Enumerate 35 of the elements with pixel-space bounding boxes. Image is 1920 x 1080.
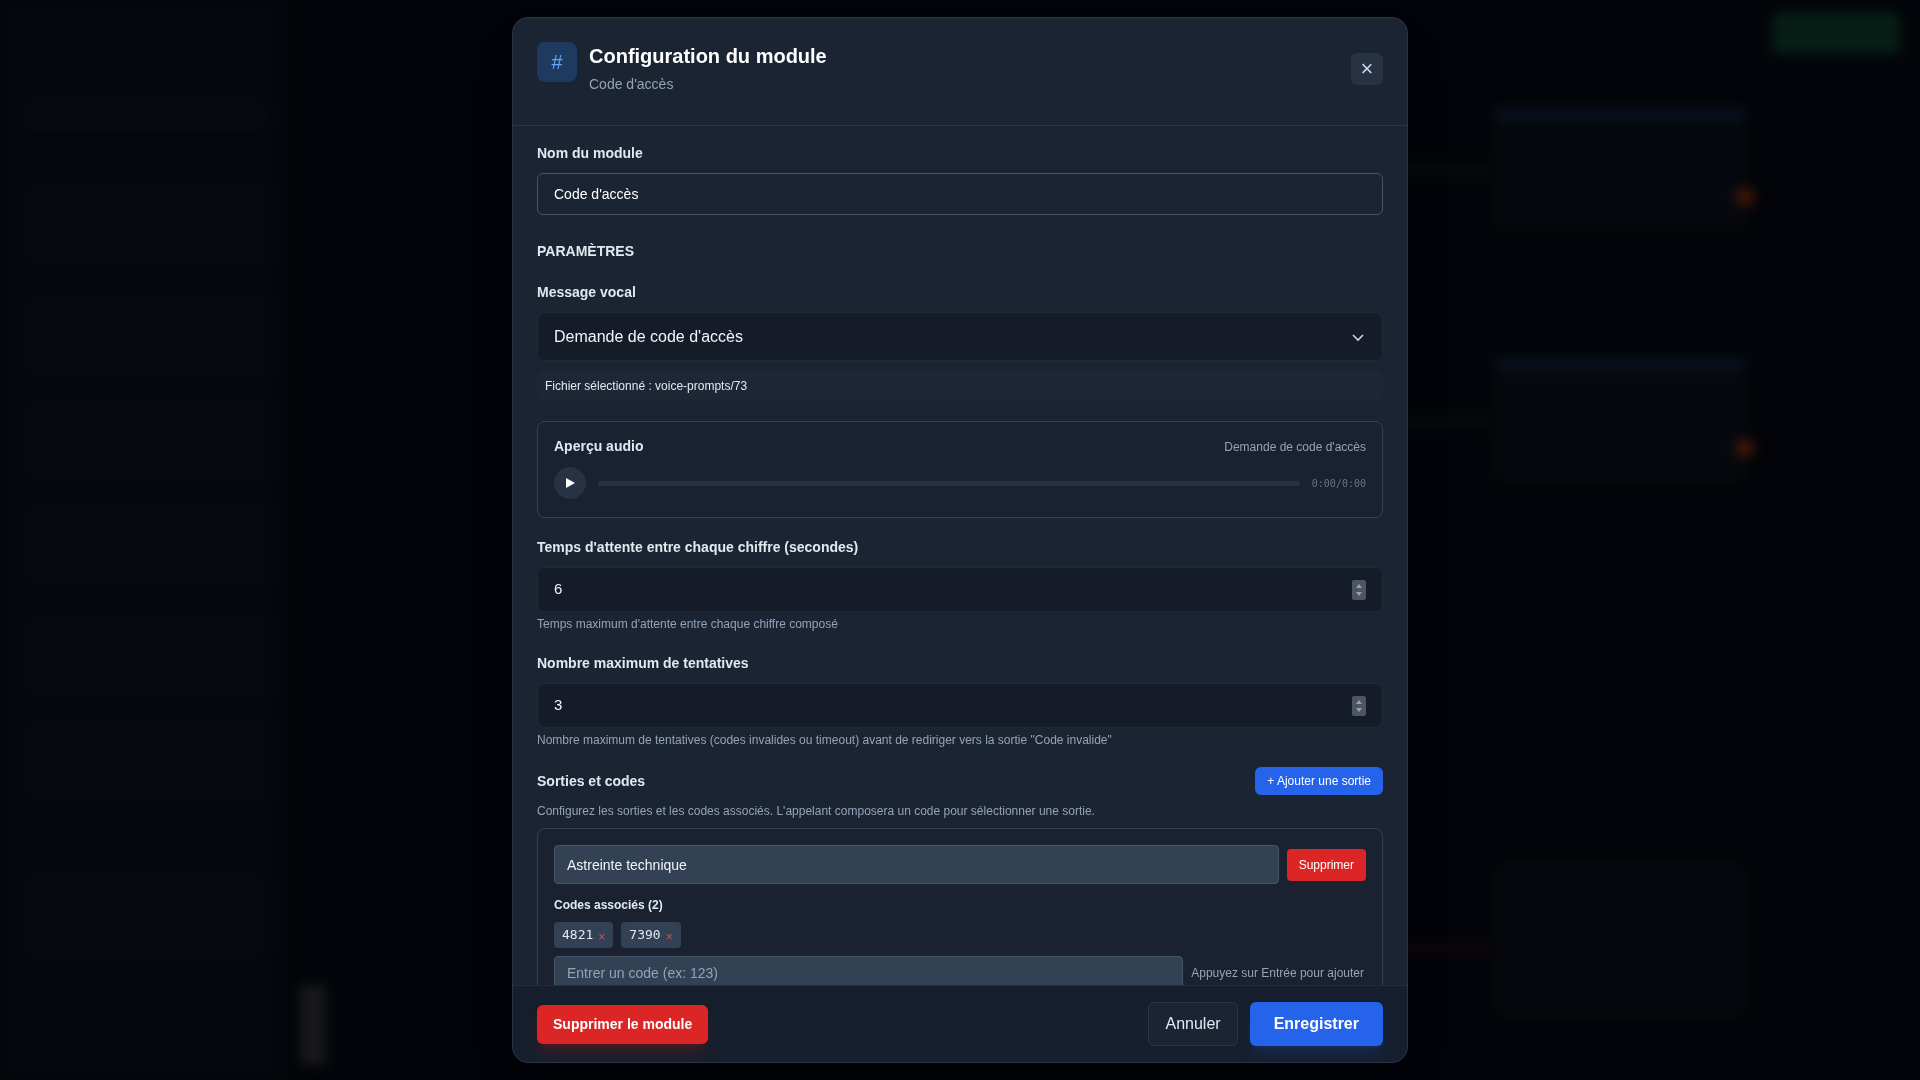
add-output-button[interactable]: + Ajouter une sortie xyxy=(1255,767,1383,795)
code-text: 7390 xyxy=(629,926,661,945)
code-input-field[interactable]: Entrer un code (ex: 123) xyxy=(554,956,1184,985)
spinner-icon[interactable] xyxy=(1352,579,1366,600)
module-icon: # xyxy=(537,42,577,82)
dialog-subtitle: Code d'accès xyxy=(589,75,675,94)
delete-module-button[interactable]: Supprimer le module xyxy=(537,1004,709,1044)
field-label: Nombre maximum de tentatives xyxy=(537,654,750,673)
input-field[interactable]: Code d'accès xyxy=(537,173,1383,215)
delete-output-button[interactable]: Supprimer xyxy=(1286,848,1366,881)
output-name-field[interactable]: Astreinte technique xyxy=(554,845,1279,884)
cancel-button[interactable]: Annuler xyxy=(1148,1002,1238,1046)
audio-title: Aperçu audio xyxy=(554,437,644,456)
section-title: PARAMÈTRES xyxy=(537,242,635,261)
number-input-field[interactable]: 6 xyxy=(537,567,1383,612)
input-hint: Appuyez sur Entrée pour ajouter xyxy=(1191,965,1365,982)
field-label: Message vocal xyxy=(537,283,637,302)
help-text: Nombre maximum de tentatives (codes invalides ou timeout) avant de rediriger vers la sortie "Code invalide" xyxy=(537,732,1113,749)
section-description: Configurez les sorties et les codes associés. L'appelant composera un code pour sélectionner une sortie. xyxy=(537,803,1096,820)
spinner-icon[interactable] xyxy=(1352,695,1366,716)
audio-time: 0:00/0:00 xyxy=(1311,476,1366,491)
codes-label: Codes associés (2) xyxy=(554,897,664,914)
dialog-title: Configuration du module xyxy=(589,44,828,68)
audio-track-name: Demande de code d'accès xyxy=(1224,438,1366,456)
select-field[interactable]: Demande de code d'accès xyxy=(537,312,1383,361)
code-text: 4821 xyxy=(562,926,594,945)
help-text: Temps maximum d'attente entre chaque chiffre composé xyxy=(537,616,839,633)
field-label: Nom du module xyxy=(537,144,644,163)
field-label: Temps d'attente entre chaque chiffre (secondes) xyxy=(537,538,860,557)
play-button[interactable] xyxy=(554,467,586,499)
section-heading: Sorties et codes xyxy=(537,771,646,791)
play-icon xyxy=(565,478,575,488)
close-button[interactable]: × xyxy=(1351,53,1383,85)
number-input-field[interactable]: 3 xyxy=(537,683,1383,728)
save-button[interactable]: Enregistrer xyxy=(1249,1002,1383,1046)
